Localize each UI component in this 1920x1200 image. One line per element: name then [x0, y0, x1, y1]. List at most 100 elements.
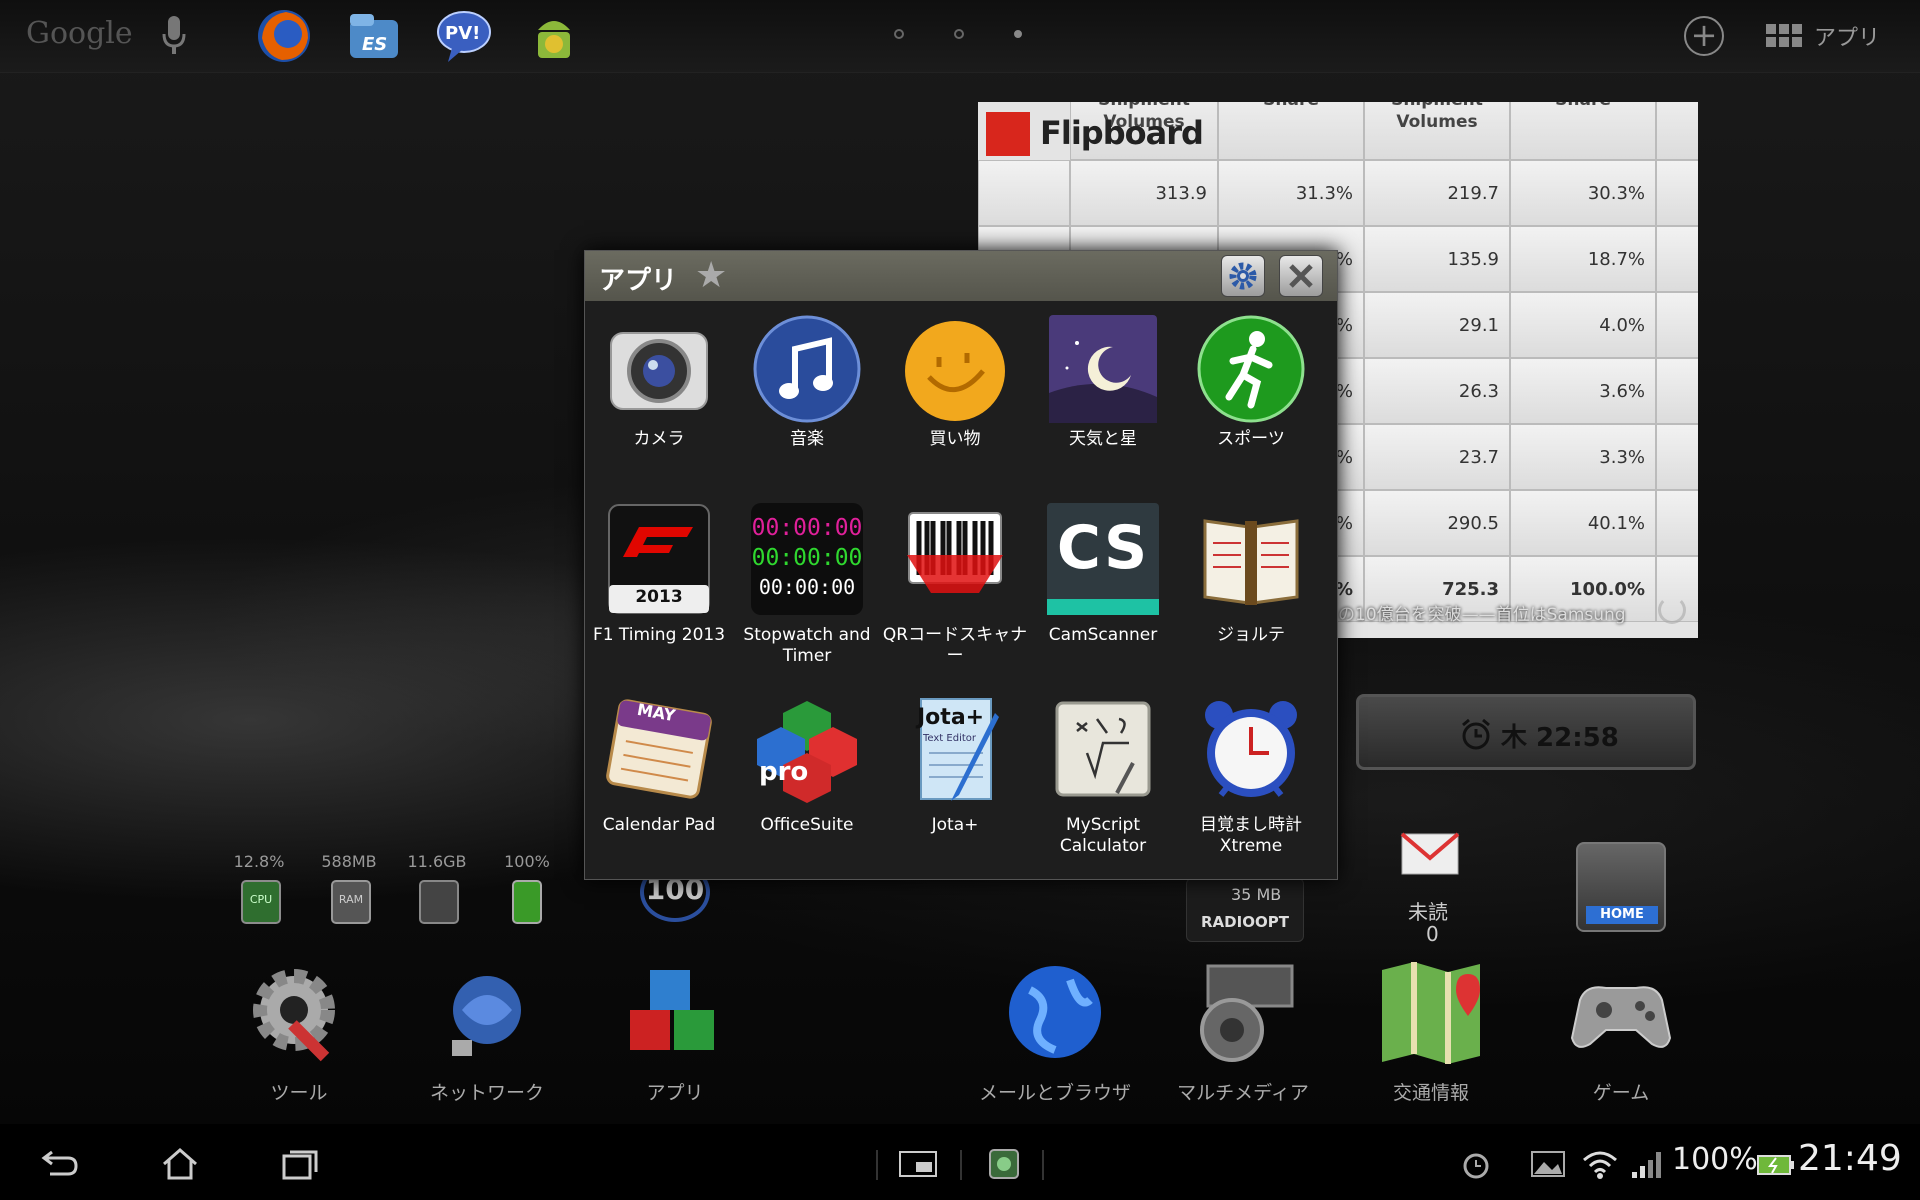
app-camscanner[interactable]: CS CamScanner [1029, 495, 1177, 685]
app-myscript-calculator[interactable]: MyScript Calculator [1029, 685, 1177, 875]
flipboard-table-cell: 30.3% [1510, 160, 1656, 226]
flipboard-table-header: Share [1510, 102, 1656, 160]
gamepad-icon[interactable] [1566, 960, 1676, 1070]
status-battery-charging-icon [1757, 1155, 1794, 1175]
flipboard-table-cell: 23.7 [1364, 424, 1510, 490]
settings-button[interactable] [1221, 255, 1265, 297]
folder-label[interactable]: メールとブラウザ [960, 1078, 1150, 1105]
tools-gear-icon[interactable] [244, 960, 354, 1070]
app-camera[interactable]: カメラ [585, 305, 733, 495]
android-robot-icon[interactable] [526, 8, 582, 64]
svg-text:PV!: PV! [445, 23, 480, 44]
firefox-icon[interactable] [256, 8, 312, 64]
status-alarm-icon [1463, 1153, 1489, 1179]
alarm-time: 木 22:58 [1501, 723, 1619, 753]
app-alarm-clock-xtreme[interactable]: 目覚まし時計 Xtreme [1177, 685, 1325, 875]
app-officesuite[interactable]: pro OfficeSuite [733, 685, 881, 875]
app-label: CamScanner [1048, 625, 1158, 645]
folder-label[interactable]: ゲーム [1526, 1078, 1716, 1105]
flipboard-table-header: Shipment Volumes [1364, 102, 1510, 160]
status-wifi-icon [1583, 1151, 1617, 1179]
app-label: QRコードスキャナー [882, 625, 1028, 666]
app-label: Calendar Pad [602, 815, 716, 835]
stopwatch-line-1: 00:00:00 [751, 515, 863, 541]
add-widget-icon[interactable]: + [1684, 16, 1724, 56]
alarm-clock-icon [1205, 701, 1297, 797]
app-label: 音楽 [790, 429, 824, 449]
folder-label[interactable]: ツール [204, 1078, 394, 1105]
folder-label[interactable]: 交通情報 [1336, 1078, 1526, 1105]
app-music[interactable]: 音楽 [733, 305, 881, 495]
jota-subtitle: Text Editor [923, 733, 976, 744]
planner-book-icon [1203, 519, 1299, 605]
flipboard-name: Flipboard [1040, 114, 1204, 152]
battery-value: 100% [504, 852, 550, 871]
cpu-chip-icon[interactable]: CPU [241, 880, 281, 924]
microphone-icon[interactable] [160, 14, 188, 58]
flipboard-table-cell [1656, 102, 1698, 160]
flipboard-logo-icon [986, 112, 1030, 156]
flipboard-table-cell: 40.1% [1510, 490, 1656, 556]
app-shopping[interactable]: 買い物 [881, 305, 1029, 495]
home-icon[interactable] [160, 1148, 200, 1180]
flipboard-table-cell: 31.3% [1218, 160, 1364, 226]
small-app-window-icon[interactable] [898, 1148, 938, 1180]
alarm-widget[interactable]: 木 22:58 [1356, 694, 1696, 770]
globe-icon[interactable] [1000, 960, 1110, 1070]
google-search-logo[interactable]: Google [26, 16, 133, 51]
folder-label[interactable]: アプリ [580, 1078, 770, 1105]
status-clock: 21:49 [1798, 1138, 1902, 1179]
app-qr-scanner[interactable]: QRコードスキャナー [881, 495, 1029, 685]
speaker-film-icon[interactable] [1188, 960, 1298, 1070]
battery-level-icon[interactable] [512, 880, 542, 924]
home-widget[interactable]: HOME [1576, 842, 1666, 932]
ram-value: 588MB [321, 852, 377, 871]
app-label: F1 Timing 2013 [592, 625, 726, 645]
storage-value: 11.6GB [407, 852, 467, 871]
moon-night-icon [1049, 315, 1157, 423]
folder-label[interactable]: マルチメディア [1148, 1078, 1338, 1105]
ram-chip-icon[interactable]: RAM [331, 880, 371, 924]
maps-icon[interactable] [1376, 960, 1486, 1070]
folder-label[interactable]: ネットワーク [392, 1078, 582, 1105]
flipboard-table-cell [978, 160, 1070, 226]
pv-counter-icon[interactable]: PV! [436, 8, 492, 64]
app-weather-stars[interactable]: 天気と星 [1029, 305, 1177, 495]
radioopt-widget[interactable]: 35 MB RADIOOPT [1186, 878, 1304, 942]
app-jorte[interactable]: ジョルテ [1177, 495, 1325, 685]
unread-label: 未読 [1408, 900, 1448, 924]
divider [960, 1150, 962, 1180]
apps-cubes-icon[interactable] [620, 960, 730, 1070]
small-app-shortcut-icon[interactable] [984, 1148, 1024, 1180]
radio-name: RADIOOPT [1201, 913, 1289, 931]
apps-grid-icon[interactable] [1766, 24, 1802, 48]
back-icon[interactable] [40, 1148, 80, 1180]
es-file-explorer-icon[interactable]: ES [346, 8, 402, 64]
apps-drawer-label[interactable]: アプリ [1814, 20, 1880, 52]
divider [876, 1150, 878, 1180]
app-label: 目覚まし時計 Xtreme [1200, 815, 1302, 856]
hard-disk-icon[interactable] [419, 880, 459, 924]
app-label: ジョルテ [1217, 625, 1285, 645]
app-label: カメラ [633, 429, 685, 449]
recent-apps-icon[interactable] [280, 1148, 320, 1180]
gear-icon [1229, 262, 1257, 290]
flipboard-table-cell [1656, 226, 1698, 292]
runner-icon [1197, 315, 1305, 423]
flipboard-table-cell: 18.7% [1510, 226, 1656, 292]
divider [1042, 1150, 1044, 1180]
smiley-icon [905, 321, 1005, 421]
close-button[interactable] [1279, 255, 1323, 297]
app-f1-timing[interactable]: 2013 F1 Timing 2013 [585, 495, 733, 685]
app-calendar-pad[interactable]: MAY Calendar Pad [585, 685, 733, 875]
star-icon[interactable]: ★ [695, 255, 727, 296]
refresh-icon[interactable] [1658, 596, 1686, 624]
app-stopwatch-timer[interactable]: 00:00:00 00:00:00 00:00:00 Stopwatch and… [733, 495, 881, 685]
app-sports[interactable]: スポーツ [1177, 305, 1325, 495]
unread-count: 0 [1426, 922, 1439, 946]
unread-mail-widget[interactable]: 未読 0 [1390, 820, 1520, 950]
app-jota-plus[interactable]: Jota+ Text Editor Jota+ [881, 685, 1029, 875]
flipboard-caption[interactable]: の10億台を突破——首位はSamsung [1338, 600, 1626, 625]
network-globe-icon[interactable] [432, 960, 542, 1070]
flipboard-table-cell: 135.9 [1364, 226, 1510, 292]
